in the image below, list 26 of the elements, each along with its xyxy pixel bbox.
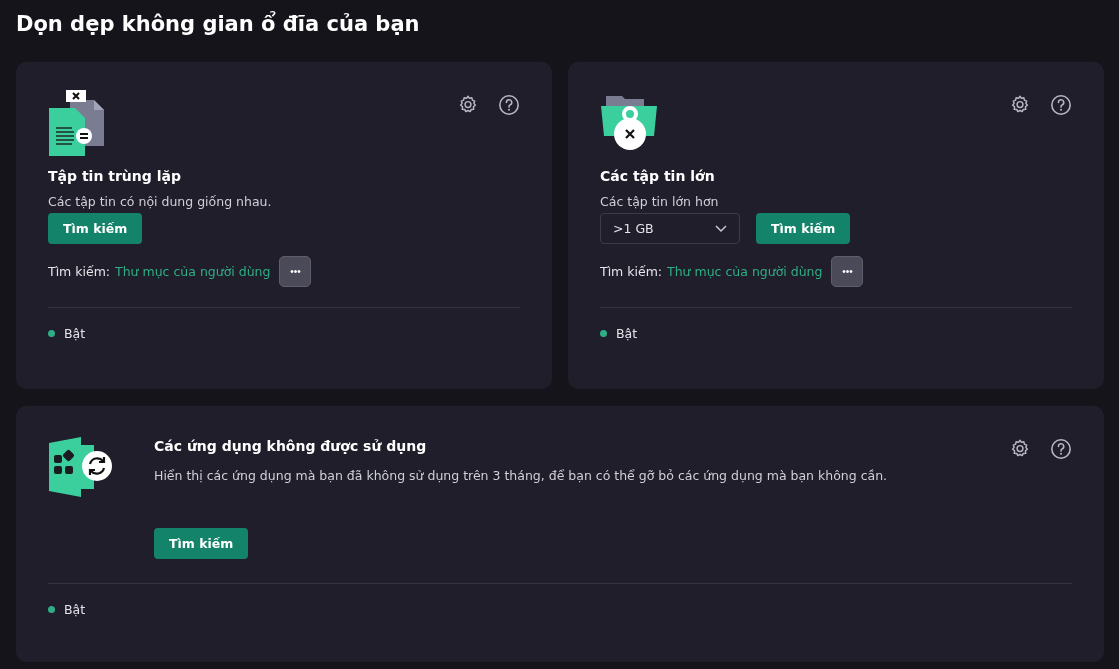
search-button[interactable]: Tìm kiếm [48,213,143,244]
search-button[interactable]: Tìm kiếm [756,213,851,244]
scope-label: Tìm kiếm: [48,264,111,279]
card-description: Các tập tin có nội dung giống nhau. [48,194,272,209]
status-label: Bật [64,602,86,617]
card-description: Các tập tin lớn hơn [600,194,719,209]
card-title: Tập tin trùng lặp [48,168,181,184]
status-label: Bật [616,326,638,341]
status-label: Bật [64,326,86,341]
scope-label: Tìm kiếm: [600,264,663,279]
help-icon[interactable] [1050,438,1072,460]
chevron-down-icon [715,224,727,233]
size-dropdown[interactable]: >1 GB [600,213,740,244]
search-button[interactable]: Tìm kiếm [154,528,249,559]
duplicate-files-icon [48,90,106,156]
card-title: Các ứng dụng không được sử dụng [154,438,427,454]
card-description: Hiển thị các ứng dụng mà bạn đã không sử dụng trên 3 tháng, để bạn có thể gỡ bỏ các ứng dụng mà bạn không cần. [154,468,888,483]
card-title: Các tập tin lớn [600,168,715,184]
help-icon[interactable] [498,94,520,116]
page-title: Dọn dẹp không gian ổ đĩa của bạn [16,10,421,38]
apps-refresh-icon [48,434,112,500]
scope-link[interactable]: Thư mục của người dùng [667,264,823,279]
scope-link[interactable]: Thư mục của người dùng [115,264,271,279]
more-button[interactable]: ••• [831,256,864,287]
help-icon[interactable] [1050,94,1072,116]
more-button[interactable]: ••• [279,256,312,287]
